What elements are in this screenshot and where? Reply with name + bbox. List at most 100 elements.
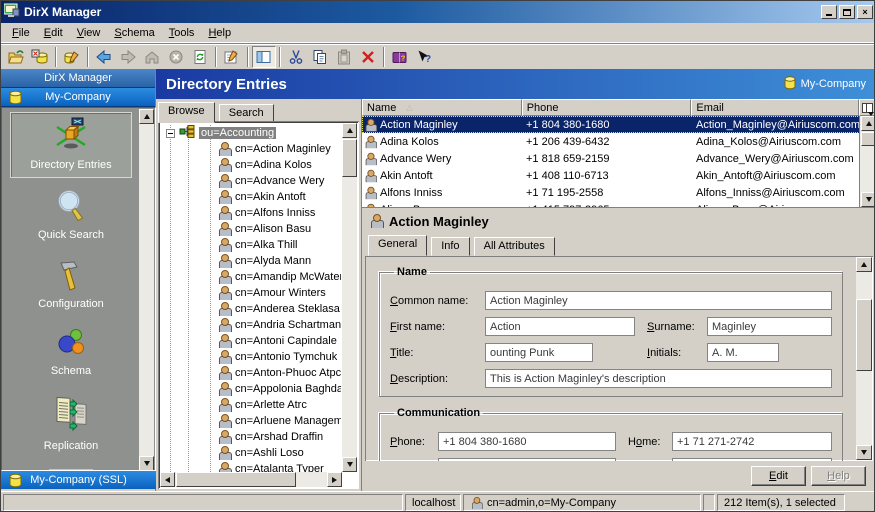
table-row[interactable]: Alfons Inniss +1 71 195-2558 Alfons_Inni… <box>362 184 874 201</box>
tree-node[interactable]: cn=Action Maginley <box>162 141 341 157</box>
sidebar-connection-header[interactable]: My-Company <box>1 88 155 107</box>
back-icon[interactable] <box>92 46 116 68</box>
common-name-field[interactable]: Action Maginley <box>485 291 832 310</box>
context-help-icon[interactable]: ? <box>412 46 436 68</box>
tree-node[interactable]: cn=Alyda Mann <box>162 253 341 269</box>
first-name-field[interactable]: Action <box>485 317 635 336</box>
help-book-icon[interactable]: ? <box>388 46 412 68</box>
sidebar-connection-ssl[interactable]: My-Company (SSL) <box>1 471 156 489</box>
tree-node[interactable]: cn=Andria Schartmann <box>162 317 341 333</box>
detail-vertical-scrollbar[interactable] <box>856 257 872 460</box>
column-header-name[interactable]: Name △ <box>362 99 522 116</box>
tree-node-root[interactable]: ou=Accounting <box>162 125 341 141</box>
tree-node[interactable]: cn=Antonio Tymchuk <box>162 349 341 365</box>
tab-general[interactable]: General <box>368 235 428 256</box>
tree-node[interactable]: cn=Arluene Managem <box>162 413 341 429</box>
scroll-up-button[interactable] <box>342 123 357 138</box>
scroll-up-button[interactable] <box>861 116 874 131</box>
menu-view[interactable]: View <box>70 25 108 41</box>
column-header-email[interactable]: Email <box>691 99 860 116</box>
copy-icon[interactable] <box>308 46 332 68</box>
sidebar-item-replication[interactable]: Replication <box>10 390 132 458</box>
tree-node[interactable]: cn=Anton-Phuoc Atpco <box>162 365 341 381</box>
menu-help[interactable]: Help <box>201 25 238 41</box>
tree-node[interactable]: cn=Akin Antoft <box>162 189 341 205</box>
bind-directory-icon[interactable] <box>4 46 28 68</box>
tree-node[interactable]: cn=Alka Thill <box>162 237 341 253</box>
tree-node[interactable]: cn=Amour Winters <box>162 285 341 301</box>
table-row[interactable]: Action Maginley +1 804 380-1680 Action_M… <box>362 116 874 133</box>
person-icon <box>370 214 384 228</box>
title-bar[interactable]: DirX Manager × <box>1 1 874 23</box>
database-icon <box>784 75 796 93</box>
scroll-left-button[interactable] <box>160 472 175 487</box>
tree-node[interactable]: cn=Arshad Draffin <box>162 429 341 445</box>
scroll-down-button[interactable] <box>342 457 357 472</box>
tree-node[interactable]: cn=Alfons Inniss <box>162 205 341 221</box>
properties-icon[interactable] <box>220 46 244 68</box>
edit-connection-icon[interactable] <box>60 46 84 68</box>
table-row[interactable]: Akin Antoft +1 408 110-6713 Akin_Antoft@… <box>362 167 874 184</box>
cell-email: Alfons_Inniss@Airiuscom.com <box>696 186 845 199</box>
table-row[interactable]: Advance Wery +1 818 659-2159 Advance_Wer… <box>362 150 874 167</box>
scroll-right-button[interactable] <box>327 472 342 487</box>
title-field[interactable]: ounting Punk <box>485 343 593 362</box>
page-title: Directory Entries <box>166 75 287 93</box>
sidebar-item-schema[interactable]: Schema <box>10 323 132 383</box>
sidebar-item-quick-search[interactable]: Quick Search <box>10 185 132 247</box>
menu-bar: File Edit View Schema Tools Help <box>1 23 874 43</box>
sidebar-item-configuration[interactable]: Configuration <box>10 254 132 316</box>
tree-node[interactable]: cn=Ashli Loso <box>162 445 341 461</box>
tree-vertical-scrollbar[interactable] <box>342 123 357 472</box>
tree-horizontal-scrollbar[interactable] <box>160 472 342 487</box>
edit-button[interactable]: Edit <box>751 466 806 486</box>
tree-node[interactable]: cn=Alison Basu <box>162 221 341 237</box>
column-picker-button[interactable] <box>859 99 874 116</box>
sidebar-item-directory-entries[interactable]: Directory Entries <box>10 112 132 178</box>
tree-node[interactable]: cn=Arlette Atrc <box>162 397 341 413</box>
scroll-thumb[interactable] <box>856 299 872 371</box>
refresh-icon[interactable] <box>188 46 212 68</box>
tab-info[interactable]: Info <box>431 237 470 256</box>
menu-schema[interactable]: Schema <box>107 25 161 41</box>
table-row[interactable]: Adina Kolos +1 206 439-6432 Adina_Kolos@… <box>362 133 874 150</box>
scroll-down-button[interactable] <box>856 445 872 460</box>
cut-icon[interactable] <box>284 46 308 68</box>
delete-icon[interactable] <box>356 46 380 68</box>
tree-node[interactable]: cn=Anderea Steklasa <box>162 301 341 317</box>
home-field[interactable]: +1 71 271-2742 <box>672 432 832 451</box>
scroll-up-button[interactable] <box>856 257 872 272</box>
tree-node[interactable]: cn=Atalanta Typer <box>162 461 341 472</box>
menu-tools[interactable]: Tools <box>162 25 202 41</box>
menu-file[interactable]: File <box>5 25 37 41</box>
minimize-button[interactable] <box>821 5 837 19</box>
scroll-down-button[interactable] <box>139 456 154 470</box>
initials-field[interactable]: A. M. <box>707 343 779 362</box>
surname-field[interactable]: Maginley <box>707 317 832 336</box>
description-field[interactable]: This is Action Maginley's description <box>485 369 832 388</box>
maximize-button[interactable] <box>839 5 855 19</box>
menu-edit[interactable]: Edit <box>37 25 70 41</box>
sidebar-scrollbar[interactable] <box>139 109 154 470</box>
phone-field[interactable]: +1 804 380-1680 <box>438 432 616 451</box>
scroll-thumb[interactable] <box>176 472 296 487</box>
tree-node[interactable]: cn=Antoni Capindale <box>162 333 341 349</box>
scroll-down-button[interactable] <box>861 192 874 207</box>
scroll-thumb[interactable] <box>342 139 357 177</box>
tree-node[interactable]: cn=Adina Kolos <box>162 157 341 173</box>
list-vertical-scrollbar[interactable] <box>859 116 874 207</box>
tab-all-attributes[interactable]: All Attributes <box>473 237 555 256</box>
scroll-thumb[interactable] <box>861 132 874 146</box>
unbind-directory-icon[interactable] <box>28 46 52 68</box>
close-button[interactable]: × <box>857 5 873 19</box>
sidebar-group-header[interactable]: DirX Manager <box>1 69 155 88</box>
toggle-tree-view-icon[interactable] <box>252 45 276 68</box>
tree-node[interactable]: cn=Appolonia Baghdad <box>162 381 341 397</box>
collapse-icon[interactable] <box>166 128 175 138</box>
tree-node[interactable]: cn=Advance Wery <box>162 173 341 189</box>
tree-node[interactable]: cn=Amandip McWater <box>162 269 341 285</box>
person-icon <box>365 186 378 199</box>
tab-browse[interactable]: Browse <box>158 102 215 123</box>
scroll-up-button[interactable] <box>139 109 154 124</box>
column-header-phone[interactable]: Phone <box>521 99 692 116</box>
